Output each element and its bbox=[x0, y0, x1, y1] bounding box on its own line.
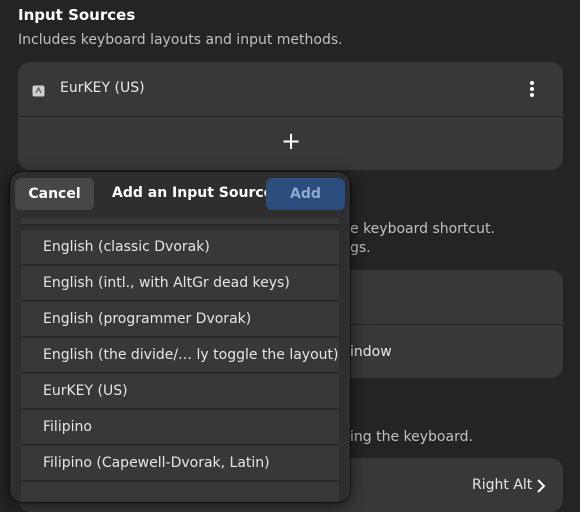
dialog-title: Add an Input Source bbox=[112, 185, 274, 201]
chevron-right-icon bbox=[536, 478, 546, 494]
section-subtitle: Includes keyboard layouts and input meth… bbox=[18, 32, 343, 48]
special-character-description: ing the keyboard. bbox=[350, 429, 473, 445]
input-source-label: EurKEY (US) bbox=[60, 80, 145, 96]
input-source-choices[interactable]: English (classic Dvorak) English (intl.,… bbox=[21, 218, 339, 502]
section-title-input-sources: Input Sources bbox=[18, 6, 136, 24]
add-icon: + bbox=[281, 127, 302, 155]
list-item[interactable]: English (programmer Dvorak) bbox=[21, 302, 339, 337]
list-item[interactable]: Filipino (Capewell-Dvorak, Latin) bbox=[21, 446, 339, 481]
more-options-icon[interactable] bbox=[522, 78, 542, 100]
list-item[interactable]: EurKEY (US) bbox=[21, 374, 339, 409]
list-item[interactable]: Filipino bbox=[21, 410, 339, 445]
add-input-source-dialog: Cancel Add an Input Source Add English (… bbox=[10, 172, 350, 502]
list-item-partial[interactable] bbox=[21, 218, 339, 225]
input-source-row[interactable]: EurKEY (US) bbox=[18, 62, 563, 116]
add-input-source-row[interactable]: + bbox=[18, 117, 563, 170]
shortcut-description-2: gs. bbox=[350, 240, 371, 256]
shortcut-description: e keyboard shortcut. bbox=[350, 221, 495, 237]
input-sources-list: EurKEY (US) + bbox=[18, 62, 563, 170]
add-button[interactable]: Add bbox=[266, 178, 345, 210]
cancel-button[interactable]: Cancel bbox=[15, 178, 94, 210]
list-item[interactable]: English (classic Dvorak) bbox=[21, 230, 339, 265]
list-item[interactable]: English (the divide/… ly toggle the layo… bbox=[21, 338, 339, 373]
compose-key-value: Right Alt bbox=[472, 477, 533, 493]
window-option-label: indow bbox=[350, 344, 392, 360]
keyboard-layout-icon bbox=[32, 82, 45, 97]
list-item[interactable]: English (intl., with AltGr dead keys) bbox=[21, 266, 339, 301]
list-item[interactable] bbox=[21, 482, 339, 502]
